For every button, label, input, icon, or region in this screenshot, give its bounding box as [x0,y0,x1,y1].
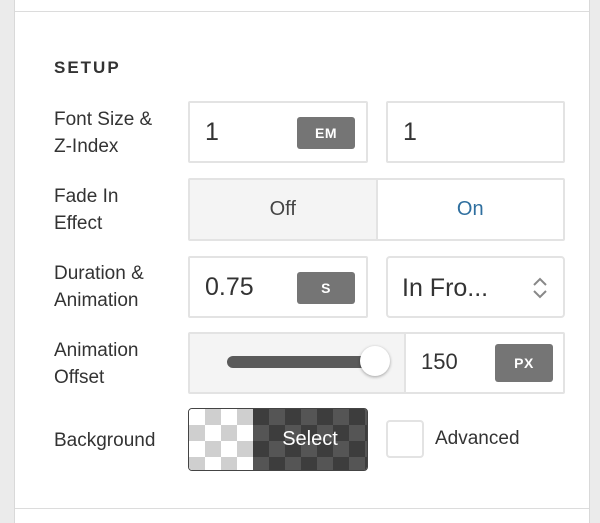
duration-unit-button[interactable]: S [297,272,355,304]
background-select-label: Select [282,428,338,450]
offset-slider-track[interactable] [227,356,375,368]
font-size-label-line1: Font Size & [54,109,153,130]
animation-select-value: In Fro... [402,274,489,302]
fade-in-label-line2: Effect [54,213,103,234]
offset-label-line2: Offset [54,367,105,388]
offset-label-line1: Animation [54,340,139,361]
font-size-label: Font Size & Z-Index [54,106,184,160]
fade-in-toggle: Off On [188,178,565,241]
duration-label: Duration & Animation [54,260,184,314]
background-select-button[interactable]: Select [188,408,368,471]
panel-bottom-divider [15,508,589,509]
offset-input[interactable]: 150 PX [406,334,563,392]
z-index-input[interactable]: 1 [386,101,565,163]
offset-slider[interactable] [190,334,406,392]
section-title: SETUP [54,58,121,77]
duration-value: 0.75 [205,273,254,301]
fade-in-label-line1: Fade In [54,186,119,207]
panel-top-divider [15,11,589,12]
offset-unit-button[interactable]: PX [495,344,553,382]
font-size-input[interactable]: 1 EM [188,101,368,163]
fade-in-off-option[interactable]: Off [190,180,378,239]
updown-arrows-icon [533,277,547,299]
font-size-unit-button[interactable]: EM [297,117,355,149]
duration-label-line2: Animation [54,290,139,311]
setup-panel: SETUP Font Size & Z-Index 1 EM 1 Fade In… [14,0,590,523]
checker-pattern-light [189,409,253,470]
fade-in-label: Fade In Effect [54,183,184,237]
duration-input[interactable]: 0.75 S [188,256,368,318]
z-index-value: 1 [403,118,417,146]
advanced-checkbox[interactable] [386,420,424,458]
offset-control: 150 PX [188,332,565,394]
offset-value: 150 [421,349,458,374]
font-size-value: 1 [205,118,219,146]
fade-in-on-option[interactable]: On [377,180,563,239]
offset-slider-handle[interactable] [360,346,390,376]
animation-select[interactable]: In Fro... [386,256,565,318]
duration-label-line1: Duration & [54,263,144,284]
offset-label: Animation Offset [54,337,184,391]
advanced-label[interactable]: Advanced [435,428,520,450]
font-size-label-line2: Z-Index [54,136,119,157]
background-label: Background [54,430,156,451]
